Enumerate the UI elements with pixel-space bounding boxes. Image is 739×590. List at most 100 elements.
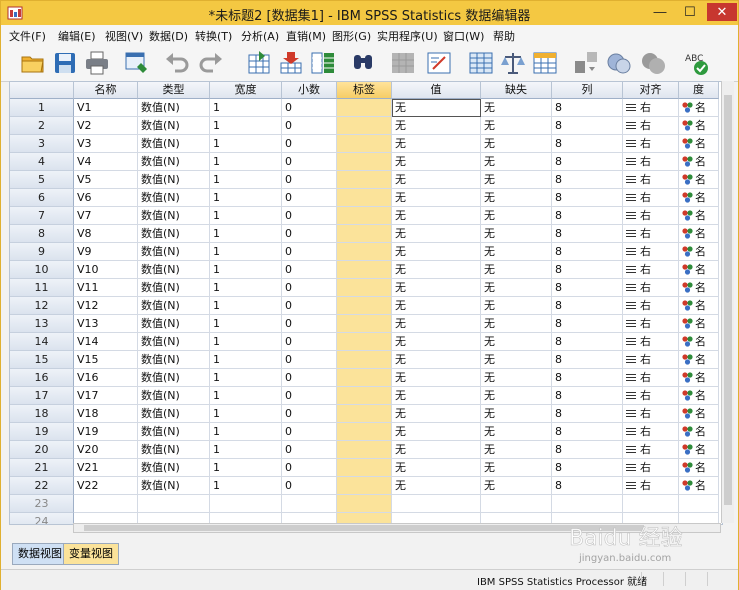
table-cell[interactable]: 名 (679, 153, 719, 171)
table-cell[interactable]: 名 (679, 459, 719, 477)
table-cell[interactable]: V2 (74, 117, 138, 135)
menu-utilities[interactable]: 实用程序(U) (377, 28, 438, 44)
row-header[interactable]: 8 (10, 225, 74, 243)
table-cell[interactable]: 1 (210, 441, 282, 459)
table-cell[interactable]: 0 (282, 261, 337, 279)
table-cell[interactable] (337, 225, 392, 243)
menu-view[interactable]: 视图(V) (105, 28, 143, 44)
table-cell[interactable]: 右 (623, 423, 679, 441)
table-cell[interactable]: 数值(N) (138, 225, 210, 243)
table-cell[interactable]: 数值(N) (138, 243, 210, 261)
table-cell[interactable]: 8 (552, 441, 623, 459)
table-cell[interactable] (210, 495, 282, 513)
table-cell[interactable]: 8 (552, 387, 623, 405)
table-cell[interactable]: 0 (282, 405, 337, 423)
value-labels-icon[interactable] (573, 49, 601, 77)
table-cell[interactable]: 无 (392, 459, 481, 477)
horizontal-scroll-thumb[interactable] (84, 525, 644, 531)
table-cell[interactable]: 无 (481, 117, 552, 135)
menu-edit[interactable]: 编辑(E) (58, 28, 96, 44)
table-cell[interactable]: 右 (623, 459, 679, 477)
table-cell[interactable]: 8 (552, 333, 623, 351)
table-cell[interactable]: V19 (74, 423, 138, 441)
row-header[interactable]: 18 (10, 405, 74, 423)
row-header[interactable]: 9 (10, 243, 74, 261)
row-header[interactable]: 22 (10, 477, 74, 495)
table-cell[interactable]: 右 (623, 387, 679, 405)
print-icon[interactable] (83, 49, 111, 77)
table-cell[interactable]: 8 (552, 153, 623, 171)
table-cell[interactable]: 8 (552, 189, 623, 207)
row-header[interactable]: 5 (10, 171, 74, 189)
table-cell[interactable]: 无 (392, 153, 481, 171)
row-header[interactable]: 10 (10, 261, 74, 279)
table-cell[interactable]: 右 (623, 117, 679, 135)
table-cell[interactable]: 1 (210, 171, 282, 189)
table-cell[interactable]: 名 (679, 189, 719, 207)
table-cell[interactable] (282, 495, 337, 513)
table-cell[interactable]: 右 (623, 369, 679, 387)
table-cell[interactable]: V7 (74, 207, 138, 225)
table-cell[interactable]: 无 (392, 369, 481, 387)
table-cell[interactable] (337, 279, 392, 297)
table-cell[interactable]: 0 (282, 387, 337, 405)
table-cell[interactable]: 无 (481, 351, 552, 369)
table-cell[interactable]: 右 (623, 333, 679, 351)
table-cell[interactable]: 1 (210, 297, 282, 315)
table-cell[interactable]: 1 (210, 279, 282, 297)
table-cell[interactable]: 右 (623, 261, 679, 279)
row-header[interactable]: 16 (10, 369, 74, 387)
find-icon[interactable] (349, 49, 377, 77)
menu-window[interactable]: 窗口(W) (443, 28, 484, 44)
table-cell[interactable] (337, 351, 392, 369)
open-icon[interactable] (19, 49, 47, 77)
use-sets-icon[interactable] (605, 49, 633, 77)
table-cell[interactable]: 8 (552, 297, 623, 315)
table-cell[interactable]: V18 (74, 405, 138, 423)
tab-variable-view[interactable]: 变量视图 (63, 543, 119, 565)
row-header[interactable]: 4 (10, 153, 74, 171)
table-cell[interactable] (337, 243, 392, 261)
table-cell[interactable]: 数值(N) (138, 441, 210, 459)
table-cell[interactable]: 名 (679, 387, 719, 405)
table-cell[interactable]: 右 (623, 279, 679, 297)
table-cell[interactable]: V6 (74, 189, 138, 207)
table-cell[interactable]: 无 (392, 297, 481, 315)
table-cell[interactable]: 数值(N) (138, 171, 210, 189)
table-cell[interactable]: 右 (623, 297, 679, 315)
table-cell[interactable]: 8 (552, 315, 623, 333)
table-cell[interactable]: 无 (392, 243, 481, 261)
menu-transform[interactable]: 转换(T) (195, 28, 232, 44)
table-cell[interactable]: 无 (481, 297, 552, 315)
save-icon[interactable] (51, 49, 79, 77)
table-cell[interactable]: V8 (74, 225, 138, 243)
table-cell[interactable]: 无 (481, 135, 552, 153)
table-cell[interactable] (623, 495, 679, 513)
table-cell[interactable]: 名 (679, 297, 719, 315)
table-cell[interactable]: 数值(N) (138, 477, 210, 495)
table-cell[interactable]: V4 (74, 153, 138, 171)
table-cell[interactable]: V11 (74, 279, 138, 297)
table-cell[interactable]: 数值(N) (138, 189, 210, 207)
table-cell[interactable]: 无 (392, 333, 481, 351)
table-cell[interactable]: 1 (210, 333, 282, 351)
table-cell[interactable]: 无 (392, 405, 481, 423)
table-cell[interactable]: 1 (210, 99, 282, 117)
table-cell[interactable] (337, 99, 392, 117)
row-header[interactable]: 1 (10, 99, 74, 117)
table-cell[interactable]: 无 (392, 279, 481, 297)
table-cell[interactable]: 无 (481, 333, 552, 351)
table-cell[interactable]: 0 (282, 369, 337, 387)
table-cell[interactable]: 无 (481, 315, 552, 333)
table-cell[interactable]: 0 (282, 351, 337, 369)
row-header[interactable]: 13 (10, 315, 74, 333)
table-cell[interactable]: 1 (210, 423, 282, 441)
table-cell[interactable]: 数值(N) (138, 369, 210, 387)
table-cell[interactable]: 右 (623, 315, 679, 333)
table-cell[interactable] (337, 117, 392, 135)
table-cell[interactable]: 无 (481, 153, 552, 171)
table-cell[interactable]: V12 (74, 297, 138, 315)
column-header[interactable]: 缺失 (481, 82, 552, 99)
menu-data[interactable]: 数据(D) (149, 28, 188, 44)
table-cell[interactable]: 1 (210, 369, 282, 387)
